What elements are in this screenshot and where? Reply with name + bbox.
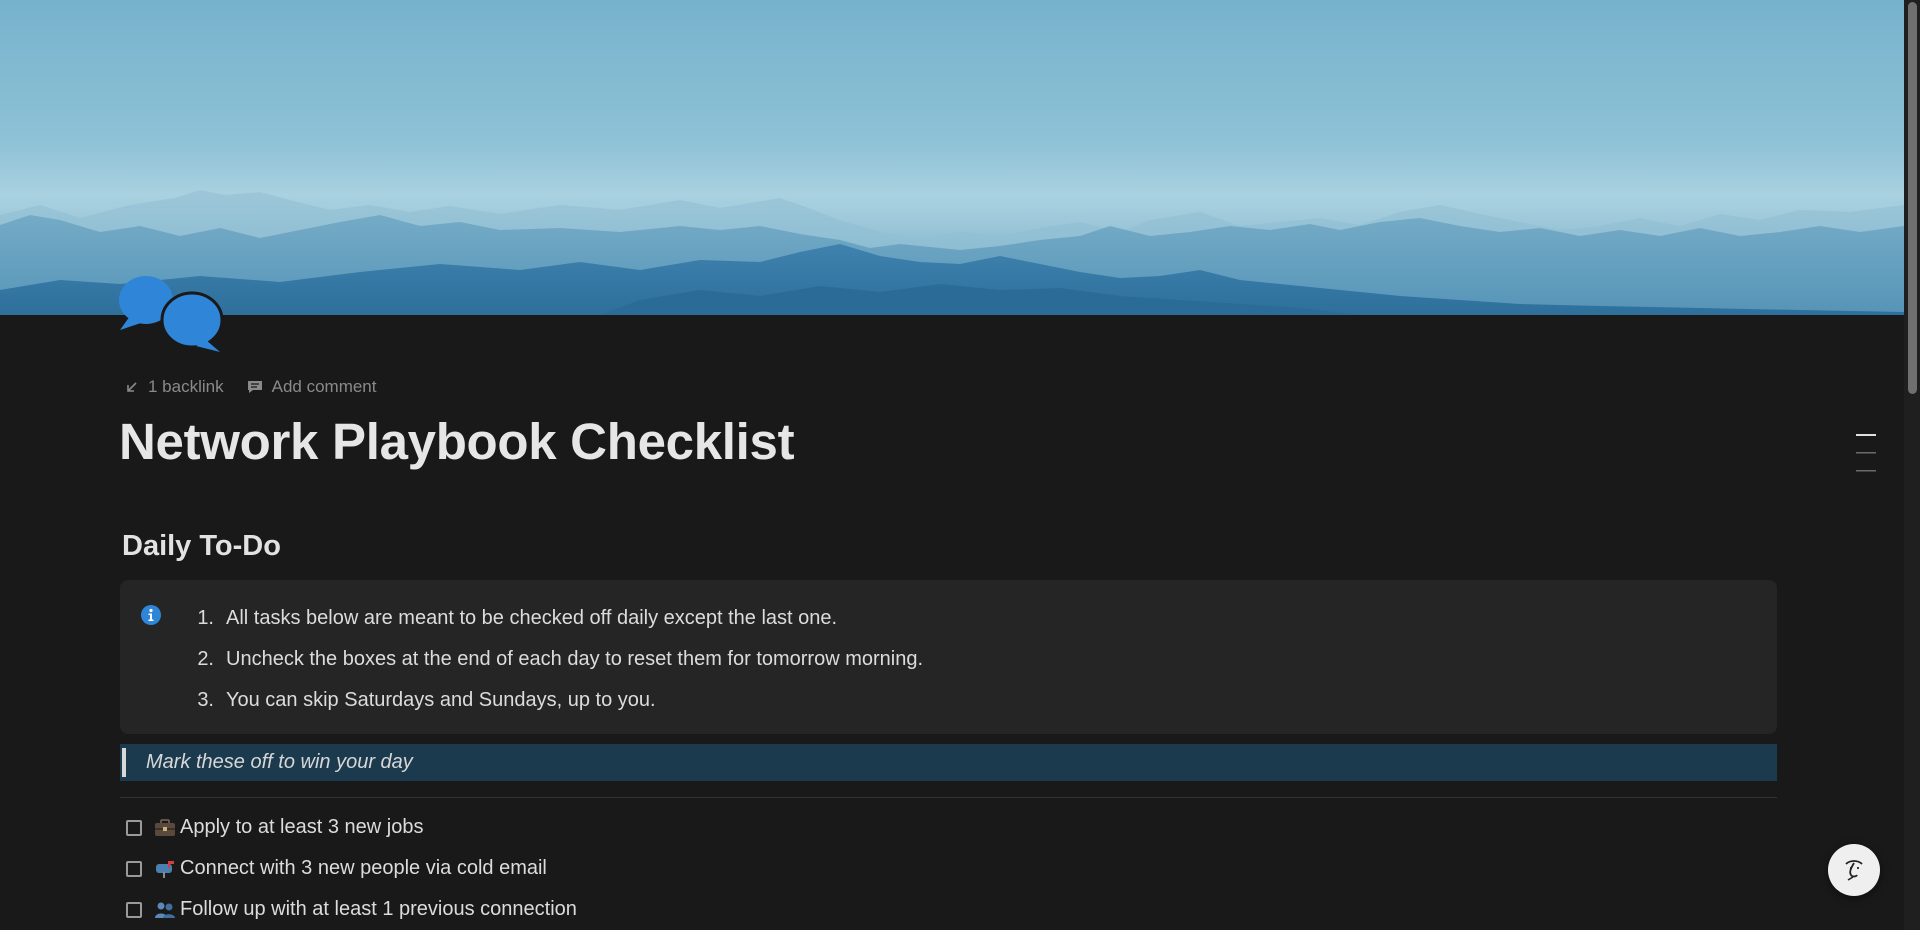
scrollbar-track[interactable] <box>1904 0 1920 930</box>
todo-item[interactable]: Follow up with at least 1 previous conne… <box>126 889 577 930</box>
divider <box>120 797 1777 798</box>
people-icon <box>155 902 175 918</box>
add-comment-label: Add comment <box>271 377 377 396</box>
todo-list: Apply to at least 3 new jobs Connect wit… <box>126 807 577 930</box>
todo-item[interactable]: Connect with 3 new people via cold email <box>126 848 577 889</box>
notion-page: 1 backlink Add comment Network Playbook … <box>0 0 1920 930</box>
briefcase-icon <box>155 818 175 836</box>
scrollbar-thumb[interactable] <box>1908 2 1917 394</box>
list-item[interactable]: 1. All tasks below are meant to be check… <box>184 598 923 639</box>
cover-image[interactable] <box>0 0 1904 315</box>
add-comment-button[interactable]: Add comment <box>246 377 377 397</box>
quote-bar <box>122 748 126 777</box>
page-meta-row: 1 backlink Add comment <box>124 377 377 397</box>
ai-face-icon <box>1845 860 1863 881</box>
callout-numbered-list: 1. All tasks below are meant to be check… <box>184 598 923 721</box>
mailbox-icon <box>156 860 174 878</box>
todo-item[interactable]: Apply to at least 3 new jobs <box>126 807 577 848</box>
table-of-contents-icon[interactable] <box>1855 432 1877 476</box>
mountain-landscape <box>0 190 1904 315</box>
todo-text: Follow up with at least 1 previous conne… <box>180 898 577 920</box>
todo-text: Apply to at least 3 new jobs <box>180 816 424 838</box>
info-callout[interactable]: 1. All tasks below are meant to be check… <box>120 580 1777 734</box>
todo-checkbox[interactable] <box>126 860 142 877</box>
list-item[interactable]: 2. Uncheck the boxes at the end of each … <box>184 639 923 680</box>
todo-text: Connect with 3 new people via cold email <box>180 857 547 879</box>
backlink-label: 1 backlink <box>148 377 224 396</box>
page-title[interactable]: Network Playbook Checklist <box>119 412 795 471</box>
comment-icon <box>247 381 262 393</box>
info-icon[interactable] <box>140 604 162 626</box>
list-item[interactable]: 3. You can skip Saturdays and Sundays, u… <box>184 680 923 721</box>
quote-block[interactable]: Mark these off to win your day <box>120 744 1777 781</box>
backlink-button[interactable]: 1 backlink <box>124 377 224 397</box>
todo-checkbox[interactable] <box>126 901 142 918</box>
quote-text: Mark these off to win your day <box>146 751 413 773</box>
ai-assistant-button[interactable] <box>1828 844 1880 896</box>
todo-checkbox[interactable] <box>126 819 142 836</box>
arrow-down-left-icon <box>127 382 137 392</box>
section-heading[interactable]: Daily To-Do <box>122 530 281 563</box>
speech-bubbles-icon[interactable] <box>116 270 224 354</box>
